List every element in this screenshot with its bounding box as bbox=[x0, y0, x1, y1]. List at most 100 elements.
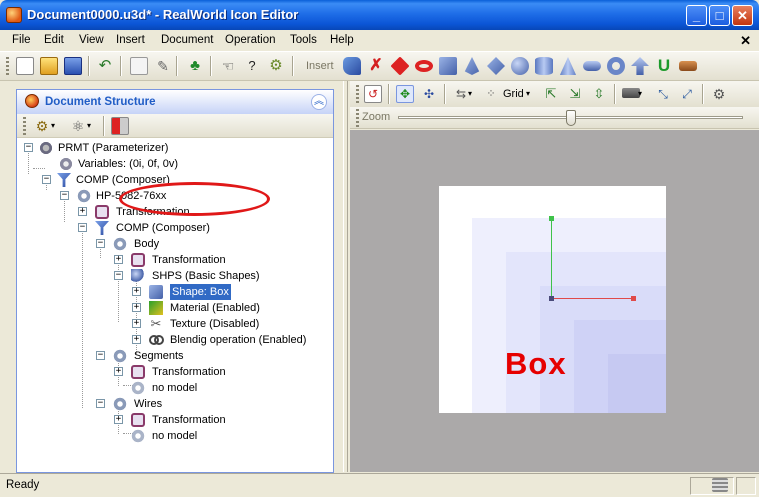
tree-icon[interactable]: ♣ bbox=[186, 57, 204, 75]
insert-torus-icon[interactable] bbox=[415, 60, 433, 72]
nut-icon bbox=[113, 237, 127, 251]
insert-box-icon[interactable] bbox=[439, 57, 457, 75]
expand-toggle[interactable]: + bbox=[132, 335, 141, 344]
transform-icon bbox=[131, 413, 145, 427]
expand-toggle[interactable]: + bbox=[132, 287, 141, 296]
operations-icon[interactable]: ⚛ bbox=[69, 117, 87, 135]
settings-gear-icon[interactable]: ⚙ bbox=[267, 57, 285, 75]
collapse-toggle[interactable]: − bbox=[24, 143, 33, 152]
copy-icon[interactable] bbox=[130, 57, 148, 75]
insert-capsule-icon[interactable] bbox=[583, 61, 601, 71]
close-button[interactable]: ✕ bbox=[732, 5, 753, 26]
gizmo-origin-handle[interactable] bbox=[549, 296, 554, 301]
maximize-button[interactable]: □ bbox=[709, 5, 730, 26]
axes-alt-icon[interactable]: ⤢ bbox=[678, 85, 696, 103]
expand-toggle[interactable]: + bbox=[114, 255, 123, 264]
shape-layer bbox=[608, 354, 666, 413]
insert-cone-icon[interactable] bbox=[559, 57, 577, 75]
menu-document[interactable]: Document bbox=[161, 34, 213, 46]
toolbar-grip[interactable] bbox=[356, 109, 359, 127]
insert-diamond-icon[interactable] bbox=[390, 56, 410, 76]
menu-operation[interactable]: Operation bbox=[225, 34, 276, 46]
document-structure-icon bbox=[25, 94, 39, 108]
open-folder-icon[interactable] bbox=[40, 57, 58, 75]
toolbar-separator bbox=[103, 116, 105, 136]
grid-label[interactable]: Grid bbox=[503, 86, 524, 102]
view-settings-gear-icon[interactable]: ⚙ bbox=[710, 85, 728, 103]
collapse-toggle[interactable]: − bbox=[42, 175, 51, 184]
toolbar-separator bbox=[292, 56, 294, 76]
transform-icon bbox=[131, 253, 145, 267]
menu-help[interactable]: Help bbox=[330, 34, 354, 46]
expand-toggle[interactable]: + bbox=[78, 207, 87, 216]
menu-view[interactable]: View bbox=[79, 34, 104, 46]
toolbar-separator bbox=[210, 56, 212, 76]
insert-octahedron-icon[interactable] bbox=[487, 57, 505, 75]
tree-line bbox=[33, 168, 45, 169]
insert-cross-icon[interactable]: ✗ bbox=[367, 57, 385, 75]
insert-cylinder-icon[interactable] bbox=[535, 57, 553, 75]
insert-sphere-icon[interactable] bbox=[511, 57, 529, 75]
toolbar-grip[interactable] bbox=[6, 57, 9, 75]
add-node-icon[interactable]: ⚙ bbox=[33, 117, 51, 135]
toolbar-grip[interactable] bbox=[23, 117, 26, 135]
add-node-dropdown-icon[interactable]: ▾ bbox=[51, 117, 69, 135]
nut-icon bbox=[77, 189, 91, 203]
move-tool-icon[interactable]: ✥ bbox=[396, 85, 414, 103]
help-pointer-icon[interactable]: ? bbox=[243, 57, 261, 75]
collapse-toggle[interactable]: − bbox=[96, 351, 105, 360]
collapse-chevron-icon[interactable]: ︽ bbox=[311, 94, 327, 110]
panel-splitter[interactable] bbox=[343, 81, 348, 472]
preview-viewport[interactable]: Box bbox=[350, 130, 759, 472]
document-close-icon[interactable]: ✕ bbox=[740, 33, 751, 49]
new-document-icon[interactable] bbox=[16, 57, 34, 75]
zoom-toolbar: Zoom bbox=[350, 107, 759, 129]
transform-icon bbox=[131, 365, 145, 379]
y-axis-gizmo[interactable] bbox=[551, 218, 552, 299]
insert-pyramid-icon[interactable] bbox=[464, 57, 480, 75]
brush-icon[interactable]: ✎ bbox=[154, 57, 172, 75]
y-axis-handle[interactable] bbox=[549, 216, 554, 221]
shape-label: Box bbox=[505, 346, 567, 381]
reset-view-icon[interactable]: ↺ bbox=[364, 85, 382, 103]
box-icon bbox=[149, 285, 163, 299]
zoom-slider-thumb[interactable] bbox=[565, 110, 576, 126]
menu-tools[interactable]: Tools bbox=[290, 34, 317, 46]
align-left-icon[interactable]: ⇱ bbox=[542, 85, 560, 103]
collapse-toggle[interactable]: − bbox=[114, 271, 123, 280]
expand-toggle[interactable]: + bbox=[132, 303, 141, 312]
x-axis-handle[interactable] bbox=[631, 296, 636, 301]
grid-icon[interactable]: ⁘ bbox=[482, 85, 500, 103]
insert-composer-icon[interactable] bbox=[343, 57, 361, 75]
x-axis-gizmo[interactable] bbox=[551, 298, 635, 299]
toolbar-separator bbox=[444, 84, 446, 104]
minimize-button[interactable]: _ bbox=[686, 5, 707, 26]
composer-icon bbox=[57, 173, 71, 187]
expand-toggle[interactable]: + bbox=[114, 367, 123, 376]
collapse-toggle[interactable]: − bbox=[60, 191, 69, 200]
align-center-icon[interactable]: ⇲ bbox=[566, 85, 584, 103]
toolbar-grip[interactable] bbox=[356, 85, 359, 103]
collapse-toggle[interactable]: − bbox=[78, 223, 87, 232]
insert-ring-icon[interactable] bbox=[607, 57, 625, 75]
resize-grip[interactable] bbox=[736, 477, 756, 495]
collapse-toggle[interactable]: − bbox=[96, 239, 105, 248]
align-right-icon[interactable]: ⇳ bbox=[590, 85, 608, 103]
save-icon[interactable] bbox=[64, 57, 82, 75]
undo-icon[interactable]: ↶ bbox=[96, 57, 114, 75]
insert-arrow-icon[interactable] bbox=[631, 57, 649, 75]
menu-edit[interactable]: Edit bbox=[44, 34, 64, 46]
insert-magnet-icon[interactable]: U bbox=[655, 57, 673, 75]
delete-node-icon[interactable] bbox=[111, 117, 129, 135]
pointer-icon[interactable]: ☜ bbox=[219, 57, 237, 75]
menu-insert[interactable]: Insert bbox=[116, 34, 145, 46]
rotate-tool-icon[interactable]: ✣ bbox=[420, 85, 438, 103]
insert-plate-icon[interactable] bbox=[679, 61, 697, 71]
layers-icon bbox=[712, 478, 728, 492]
collapse-toggle[interactable]: − bbox=[96, 399, 105, 408]
expand-toggle[interactable]: + bbox=[132, 319, 141, 328]
icon-canvas[interactable]: Box bbox=[439, 186, 666, 413]
expand-toggle[interactable]: + bbox=[114, 415, 123, 424]
axes-icon[interactable]: ⤡ bbox=[654, 85, 672, 103]
menu-file[interactable]: File bbox=[12, 34, 31, 46]
